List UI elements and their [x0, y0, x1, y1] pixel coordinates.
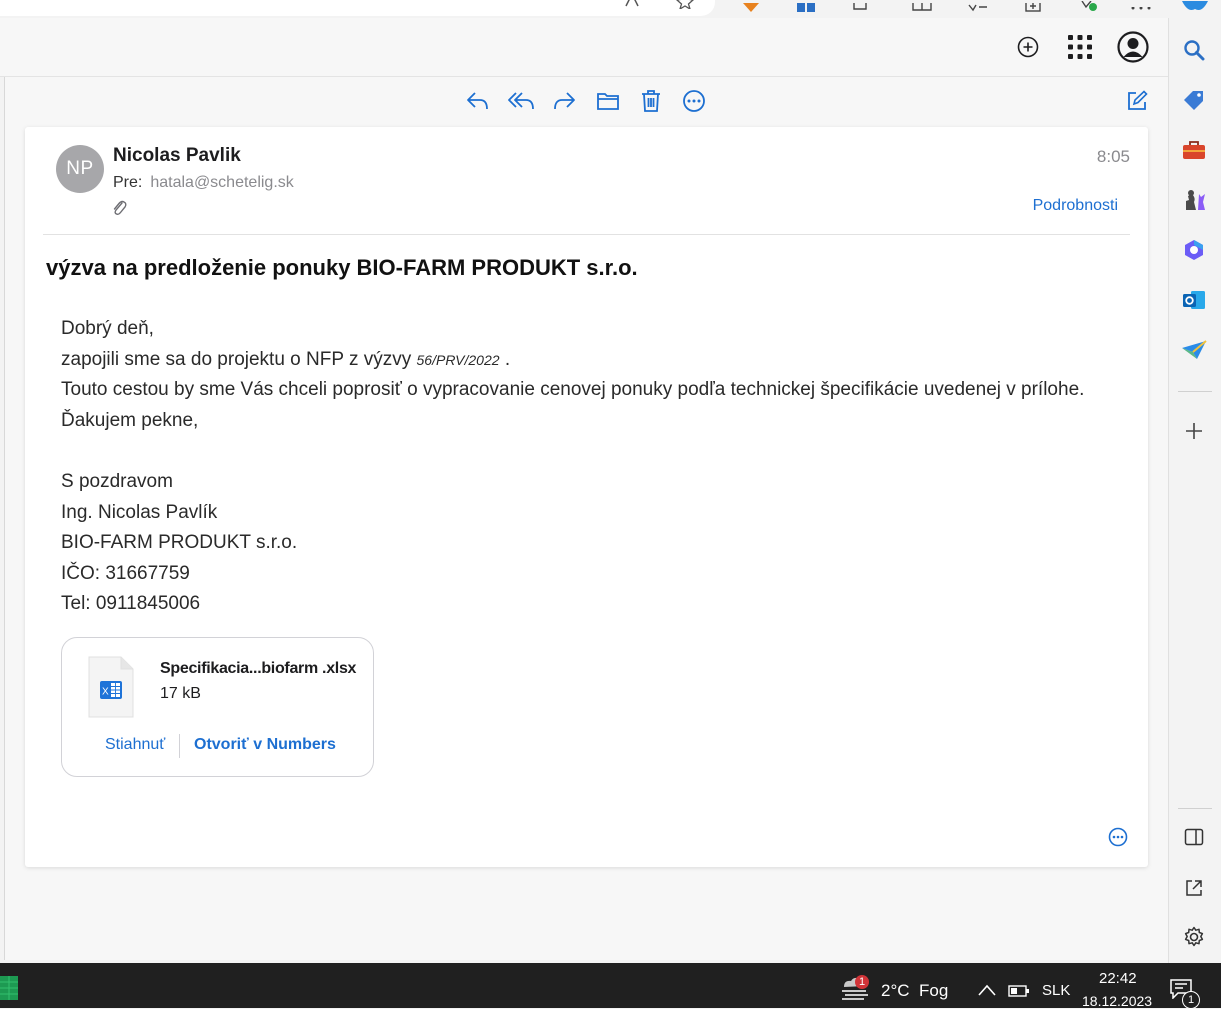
- more-menu-icon[interactable]: [1130, 0, 1151, 10]
- compose-icon[interactable]: [1125, 89, 1149, 113]
- body-line: Ing. Nicolas Pavlík: [61, 501, 218, 523]
- svg-text:X: X: [102, 687, 109, 698]
- header-divider: [43, 234, 1130, 235]
- add-circle-icon[interactable]: [1016, 18, 1040, 76]
- chevron-up-icon[interactable]: [978, 983, 996, 1001]
- body-line: IČO: 31667759: [61, 562, 190, 584]
- games-icon[interactable]: [1181, 187, 1207, 213]
- body-line: Ďakujem pekne,: [61, 409, 199, 431]
- trash-icon[interactable]: [639, 89, 663, 113]
- attachment-name: Specifikacia...biofarm .xlsx: [160, 660, 357, 677]
- message-card: NP Nicolas Pavlik Pre: hatala@schetelig.s…: [25, 127, 1148, 867]
- message-more-icon[interactable]: [1108, 827, 1128, 852]
- weather-badge: 1: [855, 975, 869, 989]
- search-icon[interactable]: [1181, 37, 1207, 63]
- message-body: Dobrý deň, zapojili sme sa do projektu o…: [61, 314, 1084, 620]
- notification-count: 1: [1182, 991, 1200, 1009]
- body-blank-line: [61, 436, 1084, 467]
- settings-gear-icon[interactable]: [1181, 924, 1207, 950]
- call-number: 56/PRV/2022: [416, 351, 500, 368]
- favorites-list-icon[interactable]: [968, 0, 987, 12]
- body-text-span: zapojili sme sa do projektu o NFP z výzv…: [61, 348, 417, 370]
- body-line: BIO-FARM PRODUKT s.r.o.: [61, 532, 298, 554]
- sender-name: Nicolas Pavlik: [113, 145, 241, 166]
- extensions-puzzle-icon[interactable]: [852, 0, 868, 10]
- forward-icon[interactable]: [552, 89, 576, 113]
- copilot-icon[interactable]: [1181, 237, 1207, 263]
- attachment-card[interactable]: X Specifikacia...biofarm .xlsx 17 kB Sti…: [61, 637, 374, 777]
- browser-tab-strip: [0, 0, 1208, 18]
- reply-icon[interactable]: [466, 89, 490, 113]
- sidebar-divider: [1178, 808, 1212, 809]
- body-line: Dobrý deň,: [61, 318, 154, 339]
- favorite-star-icon[interactable]: [676, 0, 694, 14]
- recipient-row: Pre: hatala@schetelig.sk: [113, 174, 294, 192]
- open-in-numbers-button[interactable]: Otvoriť v Numbers: [194, 736, 336, 754]
- body-line: zapojili sme sa do projektu o NFP z výzv…: [61, 345, 1084, 376]
- clock-time[interactable]: 22:42: [1099, 970, 1137, 987]
- split-screen-icon[interactable]: [1181, 824, 1207, 850]
- excel-taskbar-icon[interactable]: [0, 976, 18, 1005]
- external-link-icon[interactable]: [1181, 875, 1207, 901]
- account-icon[interactable]: [1116, 18, 1150, 76]
- weather-condition[interactable]: Fog: [919, 981, 948, 1001]
- button-divider: [179, 734, 180, 758]
- collections-icon[interactable]: [1024, 0, 1041, 12]
- battery-icon[interactable]: [1008, 984, 1030, 1002]
- more-icon[interactable]: [682, 89, 706, 113]
- reply-all-icon[interactable]: [508, 89, 536, 113]
- avatar: NP: [56, 145, 104, 193]
- apps-grid-icon[interactable]: [1067, 18, 1093, 76]
- body-line: Touto cestou by sme Vás chceli poprosiť …: [61, 379, 1085, 401]
- message-subject: výzva na predloženie ponuky BIO-FARM PRO…: [46, 255, 638, 280]
- browser-essentials-icon[interactable]: [1080, 0, 1097, 11]
- outlook-icon[interactable]: [1181, 287, 1207, 313]
- clock-date[interactable]: 18.12.2023: [1082, 993, 1152, 1009]
- body-line: S pozdravom: [61, 470, 173, 492]
- message-time: 8:05: [1096, 147, 1130, 166]
- attachment-size: 17 kB: [160, 685, 201, 702]
- body-text-span: .: [499, 348, 511, 370]
- add-icon[interactable]: [1181, 418, 1207, 444]
- body-line: Tel: 0911845006: [61, 593, 201, 615]
- details-link[interactable]: Podrobnosti: [1033, 197, 1118, 215]
- extension-fox-icon[interactable]: [742, 0, 759, 12]
- windows-taskbar: 1 2°C Fog SLK 22:42 18.12.2023 1: [0, 963, 1221, 1009]
- address-bar[interactable]: [0, 0, 715, 16]
- temperature[interactable]: 2°C: [881, 981, 910, 1001]
- paperclip-icon: [111, 199, 127, 222]
- app-header: [0, 18, 1168, 77]
- input-language[interactable]: SLK: [1042, 982, 1070, 999]
- extension-app-icon[interactable]: [796, 0, 815, 12]
- recipient-address[interactable]: hatala@schetelig.sk: [150, 174, 293, 191]
- shopping-tag-icon[interactable]: [1181, 87, 1207, 113]
- download-button[interactable]: Stiahnuť: [105, 736, 165, 754]
- excel-file-icon: X: [88, 656, 134, 718]
- read-aloud-icon[interactable]: [624, 0, 640, 13]
- tools-briefcase-icon[interactable]: [1181, 137, 1207, 163]
- split-view-icon[interactable]: [912, 0, 932, 11]
- copilot-icon[interactable]: [1180, 0, 1210, 10]
- sidebar-divider: [1178, 391, 1212, 392]
- send-icon[interactable]: [1181, 337, 1207, 363]
- to-label: Pre:: [113, 174, 143, 191]
- move-folder-icon[interactable]: [596, 89, 620, 113]
